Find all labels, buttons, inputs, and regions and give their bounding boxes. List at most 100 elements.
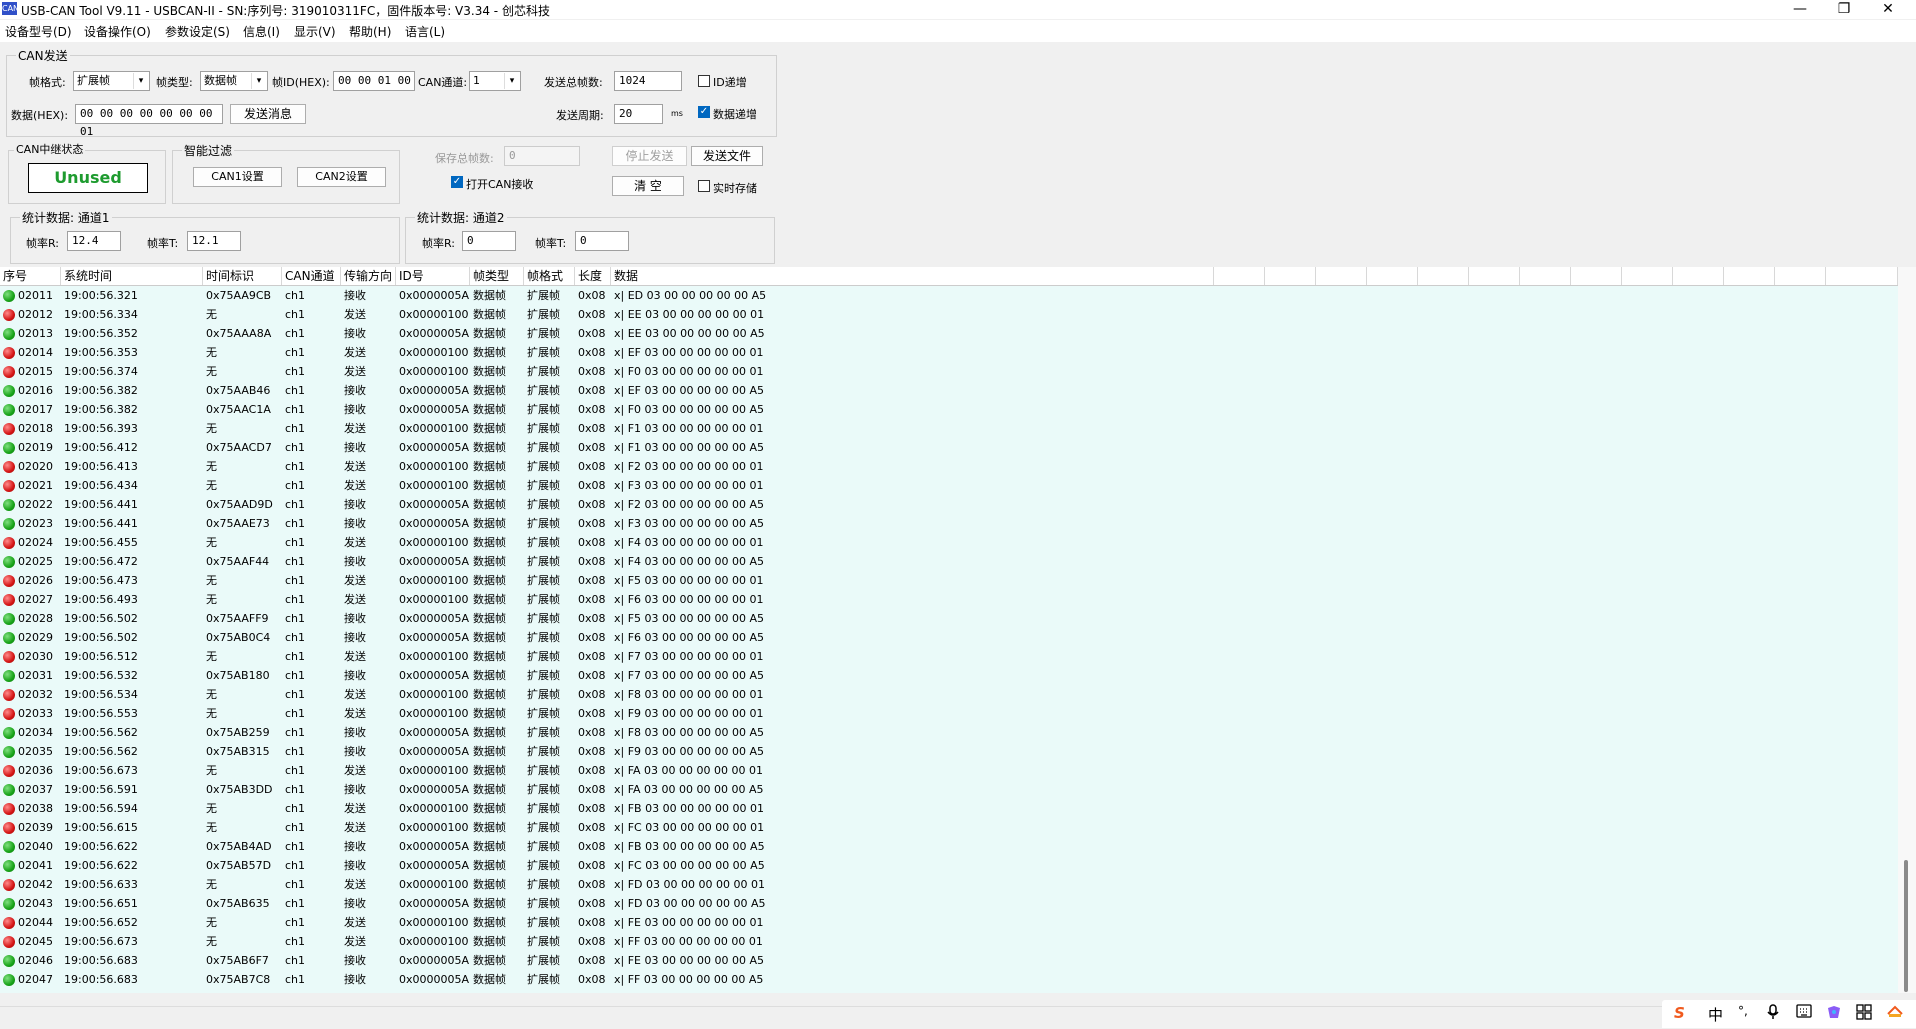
keyboard-icon[interactable] (1796, 1004, 1812, 1022)
microphone-icon[interactable] (1766, 1004, 1780, 1024)
menu-language[interactable]: 语言(L) (405, 23, 445, 40)
menu-parameter-settings[interactable]: 参数设定(S) (165, 23, 230, 40)
table-row[interactable]: 02032 19:00:56.534 无 ch1 发送 0x00000100 数据帧 扩展帧 0… (0, 685, 1898, 704)
table-row[interactable]: 02029 19:00:56.502 0x75AB0C4 ch1 接收 0x0000005… (0, 628, 1898, 647)
table-row[interactable]: 02041 19:00:56.622 0x75AB57D ch1 接收 0x0000005… (0, 856, 1898, 875)
menu-help[interactable]: 帮助(H) (349, 23, 391, 40)
sogou-logo-icon[interactable]: S (1674, 1004, 1685, 1022)
col-empty (1418, 267, 1469, 285)
data-hex-input[interactable]: 00 00 00 00 00 00 00 01 (75, 104, 223, 138)
col-seq[interactable]: 序号 (0, 267, 61, 285)
table-row[interactable]: 02033 19:00:56.553 无 ch1 发送 0x00000100 数据帧 扩展帧 0… (0, 704, 1898, 723)
stop-send-button[interactable]: 停止发送 (612, 146, 687, 166)
frame-id-input[interactable]: 00 00 01 00 (333, 71, 415, 91)
minimize-button[interactable]: — (1778, 0, 1822, 19)
col-frame-type[interactable]: 帧类型 (470, 267, 524, 285)
data-increment-checkbox[interactable]: ✓ (698, 106, 710, 118)
menu-device-operation[interactable]: 设备操作(O) (84, 23, 151, 40)
send-period-input[interactable]: 20 (614, 104, 663, 124)
ime-mode-toggle[interactable]: 中 (1708, 1004, 1723, 1025)
ime-menu-icon[interactable] (1886, 1004, 1904, 1022)
table-row[interactable]: 02044 19:00:56.652 无 ch1 发送 0x00000100 数据帧 扩展帧 0… (0, 913, 1898, 932)
vertical-scroll-thumb[interactable] (1904, 860, 1908, 992)
skin-icon[interactable] (1826, 1004, 1842, 1024)
horizontal-scrollbar[interactable] (0, 994, 1898, 1006)
table-row[interactable]: 02012 19:00:56.334 无 ch1 发送 0x00000100 数据帧 扩展帧 0… (0, 305, 1898, 324)
table-row[interactable]: 02031 19:00:56.532 0x75AB180 ch1 接收 0x0000005… (0, 666, 1898, 685)
table-row[interactable]: 02037 19:00:56.591 0x75AB3DD ch1 接收 0x0000005… (0, 780, 1898, 799)
col-direction[interactable]: 传输方向 (341, 267, 396, 285)
clear-button[interactable]: 清 空 (612, 176, 684, 196)
can1-settings-button[interactable]: CAN1设置 (193, 167, 282, 187)
cell-frame-format: 扩展帧 (527, 726, 560, 739)
col-id[interactable]: ID号 (396, 267, 470, 285)
ime-punct-toggle[interactable]: °, (1738, 1004, 1748, 1018)
id-increment-checkbox[interactable] (698, 75, 710, 87)
table-row[interactable]: 02023 19:00:56.441 0x75AAE73 ch1 接收 0x0000005… (0, 514, 1898, 533)
menu-device-model[interactable]: 设备型号(D) (5, 23, 72, 40)
table-row[interactable]: 02025 19:00:56.472 0x75AAF44 ch1 接收 0x0000005… (0, 552, 1898, 571)
table-row[interactable]: 02014 19:00:56.353 无 ch1 发送 0x00000100 数据帧 扩展帧 0… (0, 343, 1898, 362)
frame-type-select[interactable]: 数据帧 ▾ (200, 71, 268, 91)
table-row[interactable]: 02018 19:00:56.393 无 ch1 发送 0x00000100 数据帧 扩展帧 0… (0, 419, 1898, 438)
message-table[interactable]: 序号 系统时间 时间标识 CAN通道 传输方向 ID号 帧类型 帧格式 长度 数… (0, 267, 1898, 993)
table-row[interactable]: 02016 19:00:56.382 0x75AAB46 ch1 接收 0x0000005… (0, 381, 1898, 400)
table-row[interactable]: 02038 19:00:56.594 无 ch1 发送 0x00000100 数据帧 扩展帧 0… (0, 799, 1898, 818)
table-row[interactable]: 02047 19:00:56.683 0x75AB7C8 ch1 接收 0x0000005… (0, 970, 1898, 989)
table-row[interactable]: 02020 19:00:56.413 无 ch1 发送 0x00000100 数据帧 扩展帧 0… (0, 457, 1898, 476)
table-row[interactable]: 02017 19:00:56.382 0x75AAC1A ch1 接收 0x0000005… (0, 400, 1898, 419)
table-row[interactable]: 02042 19:00:56.633 无 ch1 发送 0x00000100 数据帧 扩展帧 0… (0, 875, 1898, 894)
close-button[interactable]: ✕ (1866, 0, 1910, 19)
table-row[interactable]: 02036 19:00:56.673 无 ch1 发送 0x00000100 数据帧 扩展帧 0… (0, 761, 1898, 780)
realtime-save-checkbox[interactable] (698, 180, 710, 192)
maximize-button[interactable]: ❐ (1822, 0, 1866, 19)
cell-id: 0x00000100 (399, 764, 469, 777)
cell-channel: ch1 (285, 498, 306, 511)
send-message-button[interactable]: 发送消息 (230, 104, 306, 124)
table-row[interactable]: 02028 19:00:56.502 0x75AAFF9 ch1 接收 0x0000005… (0, 609, 1898, 628)
table-row[interactable]: 02026 19:00:56.473 无 ch1 发送 0x00000100 数据帧 扩展帧 0… (0, 571, 1898, 590)
table-row[interactable]: 02030 19:00:56.512 无 ch1 发送 0x00000100 数据帧 扩展帧 0… (0, 647, 1898, 666)
table-row[interactable]: 02040 19:00:56.622 0x75AB4AD ch1 接收 0x0000005… (0, 837, 1898, 856)
table-row[interactable]: 02013 19:00:56.352 0x75AAA8A ch1 接收 0x0000005… (0, 324, 1898, 343)
col-system-time[interactable]: 系统时间 (61, 267, 203, 285)
open-can-receive-checkbox[interactable]: ✓ (451, 176, 463, 188)
table-row[interactable]: 02027 19:00:56.493 无 ch1 发送 0x00000100 数据帧 扩展帧 0… (0, 590, 1898, 609)
table-row[interactable]: 02043 19:00:56.651 0x75AB635 ch1 接收 0x0000005… (0, 894, 1898, 913)
col-timestamp[interactable]: 时间标识 (203, 267, 282, 285)
total-frames-input[interactable]: 1024 (614, 71, 682, 91)
table-row[interactable]: 02045 19:00:56.673 无 ch1 发送 0x00000100 数据帧 扩展帧 0… (0, 932, 1898, 951)
table-row[interactable]: 02046 19:00:56.683 0x75AB6F7 ch1 接收 0x0000005… (0, 951, 1898, 970)
cell-length: 0x08 (578, 650, 606, 663)
cell-seq: 02027 (18, 593, 53, 606)
table-row[interactable]: 02035 19:00:56.562 0x75AB315 ch1 接收 0x0000005… (0, 742, 1898, 761)
table-row[interactable]: 02019 19:00:56.412 0x75AACD7 ch1 接收 0x0000005… (0, 438, 1898, 457)
table-row[interactable]: 02039 19:00:56.615 无 ch1 发送 0x00000100 数据帧 扩展帧 0… (0, 818, 1898, 837)
col-data[interactable]: 数据 (611, 267, 1214, 285)
cell-timestamp: 无 (206, 308, 217, 321)
table-row[interactable]: 02021 19:00:56.434 无 ch1 发送 0x00000100 数据帧 扩展帧 0… (0, 476, 1898, 495)
menu-view[interactable]: 显示(V) (294, 23, 336, 40)
toolbox-grid-icon[interactable] (1856, 1004, 1872, 1024)
send-status-icon (3, 822, 15, 834)
can-channel-select[interactable]: 1 ▾ (469, 71, 521, 91)
cell-timestamp: 0x75AAFF9 (206, 612, 269, 625)
frame-type-value: 数据帧 (204, 74, 237, 87)
table-row[interactable]: 02022 19:00:56.441 0x75AAD9D ch1 接收 0x0000005… (0, 495, 1898, 514)
col-empty (1265, 267, 1316, 285)
table-row[interactable]: 02015 19:00:56.374 无 ch1 发送 0x00000100 数据帧 扩展帧 0… (0, 362, 1898, 381)
table-row[interactable]: 02034 19:00:56.562 0x75AB259 ch1 接收 0x0000005… (0, 723, 1898, 742)
can2-settings-button[interactable]: CAN2设置 (297, 167, 386, 187)
menu-info[interactable]: 信息(I) (243, 23, 280, 40)
table-row[interactable]: 02011 19:00:56.321 0x75AA9CB ch1 接收 0x0000005… (0, 286, 1898, 305)
col-can-channel[interactable]: CAN通道 (282, 267, 341, 285)
cell-seq: 02037 (18, 783, 53, 796)
cell-system-time: 19:00:56.615 (64, 821, 138, 834)
cell-seq: 02020 (18, 460, 53, 473)
send-file-button[interactable]: 发送文件 (691, 146, 763, 166)
frame-format-select[interactable]: 扩展帧 ▾ (73, 71, 150, 91)
table-row[interactable]: 02024 19:00:56.455 无 ch1 发送 0x00000100 数据帧 扩展帧 0… (0, 533, 1898, 552)
col-frame-format[interactable]: 帧格式 (524, 267, 575, 285)
col-length[interactable]: 长度 (575, 267, 611, 285)
cell-length: 0x08 (578, 688, 606, 701)
